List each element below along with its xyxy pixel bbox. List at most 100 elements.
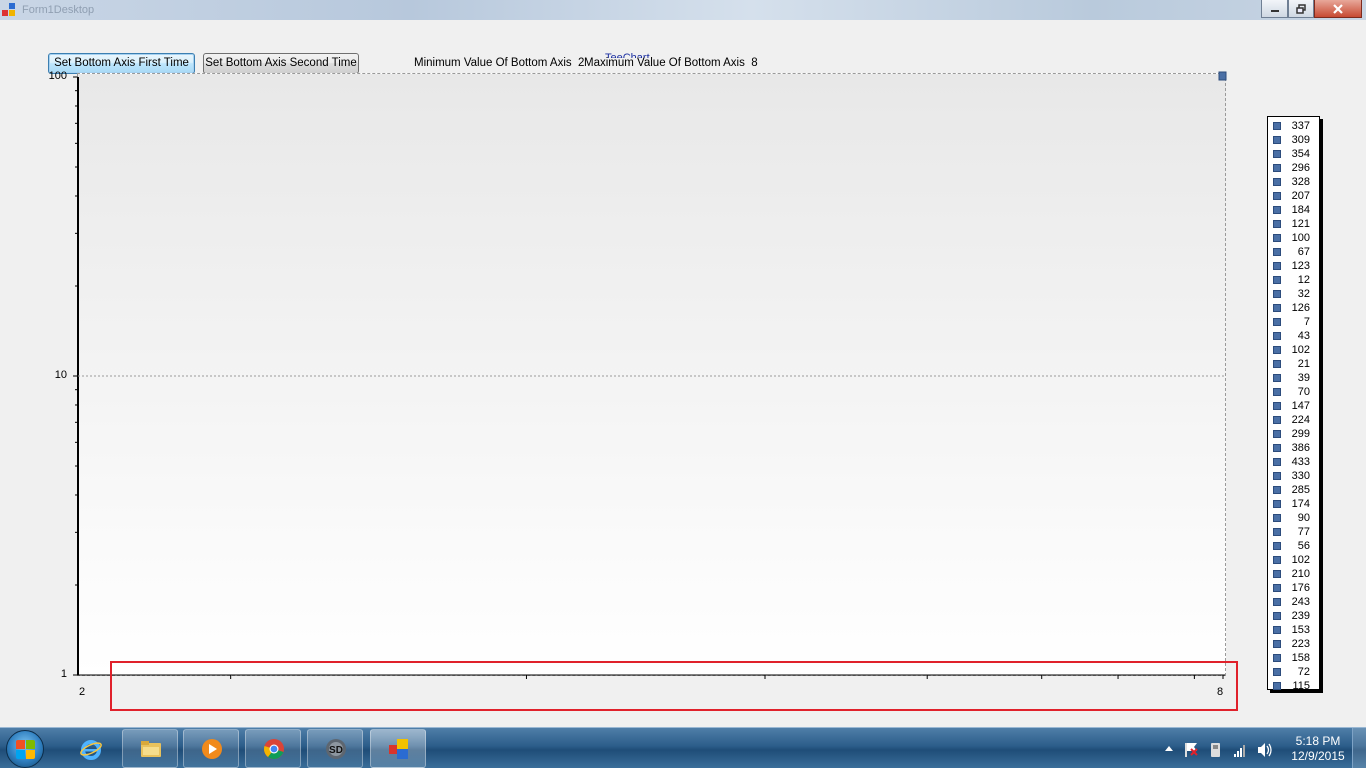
legend-label: 176 [1291, 582, 1310, 594]
taskbar-sd-app[interactable]: SD [307, 729, 363, 768]
legend-item: 77 [1268, 525, 1319, 539]
legend-item: 56 [1268, 539, 1319, 553]
clock-date: 12/9/2015 [1291, 749, 1345, 763]
legend-swatch [1273, 122, 1281, 130]
legend-label: 296 [1291, 162, 1310, 174]
removable-device-icon[interactable] [1211, 743, 1220, 757]
legend-label: 337 [1291, 120, 1310, 132]
restore-button[interactable] [1288, 0, 1314, 18]
internet-explorer-icon [80, 740, 102, 760]
legend-item: 433 [1268, 455, 1319, 469]
legend-label: 207 [1291, 190, 1310, 202]
media-player-icon [202, 739, 222, 759]
volume-icon[interactable] [1258, 743, 1272, 757]
svg-text:SD: SD [329, 745, 343, 756]
legend-swatch [1273, 234, 1281, 242]
legend-swatch [1273, 220, 1281, 228]
show-desktop-button[interactable] [1352, 728, 1366, 768]
legend-item: 354 [1268, 147, 1319, 161]
legend-swatch [1273, 318, 1281, 326]
x-tick-label: 2 [79, 686, 86, 698]
restore-icon [1296, 3, 1306, 14]
legend-swatch [1273, 304, 1281, 312]
legend-item: 21 [1268, 357, 1319, 371]
legend-swatch [1273, 682, 1281, 690]
legend-label: 102 [1291, 554, 1310, 566]
teechart-app-icon [389, 739, 408, 759]
legend-item: 147 [1268, 399, 1319, 413]
legend-item: 330 [1268, 469, 1319, 483]
close-button[interactable] [1314, 0, 1362, 18]
legend-swatch [1273, 206, 1281, 214]
legend-swatch [1273, 556, 1281, 564]
legend-label: 39 [1297, 372, 1310, 384]
y-tick-label: 10 [54, 369, 67, 381]
legend-label: 223 [1291, 638, 1310, 650]
legend-item: 12 [1268, 273, 1319, 287]
legend-item: 72 [1268, 665, 1319, 679]
show-hidden-icons-icon[interactable] [1165, 746, 1173, 751]
legend-label: 121 [1291, 218, 1310, 230]
legend-swatch [1273, 654, 1281, 662]
legend-label: 299 [1291, 428, 1310, 440]
legend-item: 102 [1268, 553, 1319, 567]
clock-time: 5:18 PM [1295, 734, 1341, 748]
legend-swatch [1273, 500, 1281, 508]
network-signal-icon[interactable] [1234, 745, 1245, 757]
legend-swatch [1273, 248, 1281, 256]
legend-item: 243 [1268, 595, 1319, 609]
start-button[interactable] [6, 730, 44, 768]
legend-swatch [1273, 584, 1281, 592]
legend-swatch [1273, 192, 1281, 200]
taskbar-media-player[interactable] [183, 729, 239, 768]
taskbar-teechart-app[interactable] [370, 729, 426, 768]
legend-label: 115 [1292, 680, 1310, 692]
legend-swatch [1273, 430, 1281, 438]
legend-swatch [1273, 416, 1281, 424]
action-center-icon[interactable] [1185, 743, 1198, 757]
legend-swatch [1273, 528, 1281, 536]
legend-item: 126 [1268, 301, 1319, 315]
form-client-area: Set Bottom Axis First Time Set Bottom Ax… [1, 20, 1365, 727]
legend-item: 39 [1268, 371, 1319, 385]
legend-item: 121 [1268, 217, 1319, 231]
legend-label: 67 [1297, 246, 1310, 258]
legend-item: 100 [1268, 231, 1319, 245]
taskbar-ie[interactable] [62, 729, 118, 768]
legend-label: 126 [1291, 302, 1310, 314]
legend-item: 90 [1268, 511, 1319, 525]
legend-item: 224 [1268, 413, 1319, 427]
taskbar-file-explorer[interactable] [122, 729, 178, 768]
legend-label: 184 [1291, 204, 1310, 216]
legend-label: 328 [1291, 176, 1310, 188]
taskbar-clock[interactable]: 5:18 PM 12/9/2015 [1287, 734, 1349, 764]
legend-swatch [1273, 640, 1281, 648]
legend-swatch [1273, 570, 1281, 578]
system-tray [1165, 743, 1272, 757]
legend-item: 184 [1268, 203, 1319, 217]
legend-swatch [1273, 472, 1281, 480]
legend-swatch [1273, 626, 1281, 634]
minimize-button[interactable] [1261, 0, 1288, 18]
legend-item: 115 [1268, 679, 1319, 693]
legend-swatch [1273, 374, 1281, 382]
legend-item: 102 [1268, 343, 1319, 357]
chrome-icon [264, 739, 284, 759]
close-icon [1333, 3, 1343, 14]
taskbar: SD 5:18 PM 12/9/2015 [0, 727, 1366, 768]
legend-swatch [1273, 178, 1281, 186]
legend-item: 285 [1268, 483, 1319, 497]
legend-label: 21 [1297, 358, 1310, 370]
legend-label: 243 [1291, 596, 1310, 608]
legend-swatch [1273, 360, 1281, 368]
taskbar-chrome[interactable] [245, 729, 301, 768]
sd-app-icon: SD [326, 739, 346, 759]
legend-item: 70 [1268, 385, 1319, 399]
legend-item: 158 [1268, 651, 1319, 665]
legend-swatch [1273, 290, 1281, 298]
legend-swatch [1273, 598, 1281, 606]
legend-item: 176 [1268, 581, 1319, 595]
legend-item: 239 [1268, 609, 1319, 623]
legend-label: 224 [1291, 414, 1310, 426]
title-bar: Form1Desktop [0, 0, 1366, 20]
